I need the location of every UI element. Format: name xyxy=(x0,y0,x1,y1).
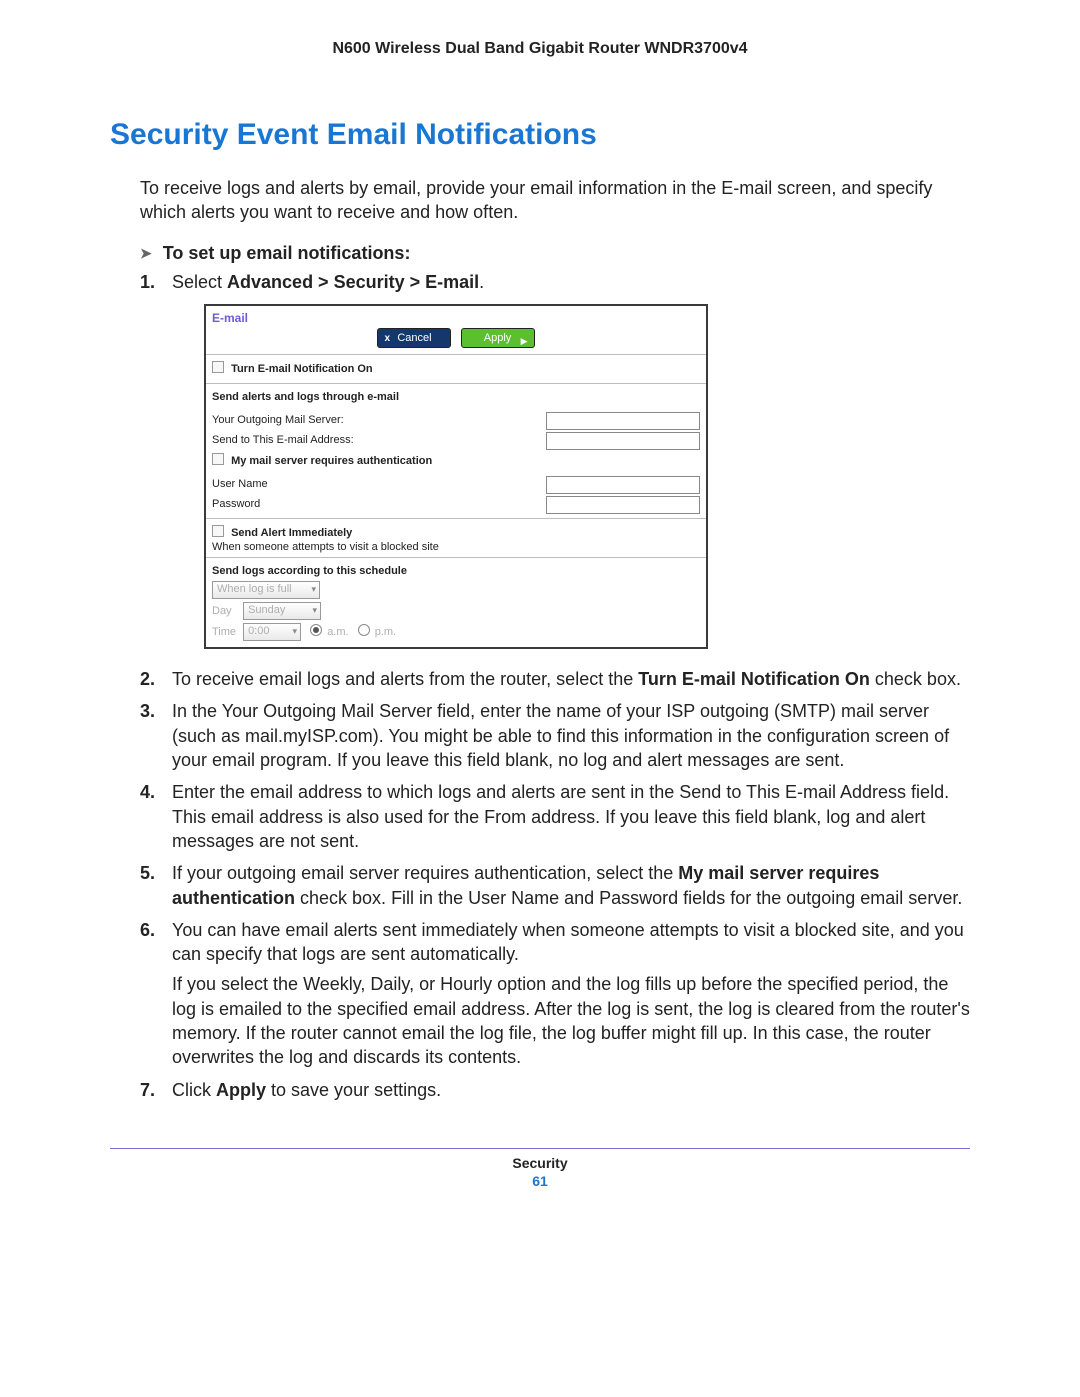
schedule-select[interactable]: When log is full xyxy=(212,581,320,599)
apply-button-label: Apply xyxy=(484,332,512,344)
pm-radio[interactable] xyxy=(358,624,370,636)
auth-label: My mail server requires authentication xyxy=(231,455,432,467)
step-7: Click Apply to save your settings. xyxy=(140,1078,970,1102)
footer-section: Security xyxy=(512,1155,567,1171)
procedure-heading-text: To set up email notifications: xyxy=(163,243,411,263)
pm-label: p.m. xyxy=(375,626,396,638)
day-select[interactable]: Sunday xyxy=(243,602,321,620)
step-1-text-c: . xyxy=(479,272,484,292)
turn-on-checkbox[interactable] xyxy=(212,361,224,373)
am-label: a.m. xyxy=(327,626,348,638)
apply-button[interactable]: Apply ▶ xyxy=(461,328,535,348)
step-5-c: check box. Fill in the User Name and Pas… xyxy=(295,888,962,908)
panel-title: E-mail xyxy=(212,310,700,326)
step-2-b: Turn E-mail Notification On xyxy=(638,669,870,689)
step-2-a: To receive email logs and alerts from th… xyxy=(172,669,638,689)
smtp-label: Your Outgoing Mail Server: xyxy=(212,413,546,428)
cancel-button-label: Cancel xyxy=(397,332,431,344)
smtp-input[interactable] xyxy=(546,412,700,430)
step-6-a: You can have email alerts sent immediate… xyxy=(172,920,964,964)
time-select-value: 0:00 xyxy=(248,625,269,637)
step-1: Select Advanced > Security > E-mail. E-m… xyxy=(140,270,970,650)
password-input[interactable] xyxy=(546,496,700,514)
username-label: User Name xyxy=(212,477,546,492)
section-title: Security Event Email Notifications xyxy=(110,118,970,152)
step-1-path: Advanced > Security > E-mail xyxy=(227,272,479,292)
username-input[interactable] xyxy=(546,476,700,494)
footer-page-number: 61 xyxy=(110,1173,970,1189)
procedure-heading: ➤ To set up email notifications: xyxy=(140,243,970,264)
alert-immediate-label: Send Alert Immediately xyxy=(231,527,352,539)
step-6-b: If you select the Weekly, Daily, or Hour… xyxy=(172,972,970,1069)
step-list: Select Advanced > Security > E-mail. E-m… xyxy=(140,270,970,1102)
footer-divider xyxy=(110,1148,970,1149)
turn-on-label: Turn E-mail Notification On xyxy=(231,363,373,375)
procedure-arrow-icon: ➤ xyxy=(140,245,152,262)
sendto-label: Send to This E-mail Address: xyxy=(212,433,546,448)
cancel-button[interactable]: x Cancel xyxy=(377,328,451,348)
time-label: Time xyxy=(212,625,240,640)
password-label: Password xyxy=(212,497,546,512)
step-3: In the Your Outgoing Mail Server field, … xyxy=(140,699,970,772)
day-select-value: Sunday xyxy=(248,604,285,616)
alert-immediate-checkbox[interactable] xyxy=(212,525,224,537)
step-1-text-a: Select xyxy=(172,272,227,292)
email-settings-panel: E-mail x Cancel Apply ▶ xyxy=(204,304,708,649)
send-alerts-heading: Send alerts and logs through e-mail xyxy=(206,384,706,411)
schedule-select-value: When log is full xyxy=(217,583,292,595)
intro-paragraph: To receive logs and alerts by email, pro… xyxy=(140,176,970,225)
close-icon: x xyxy=(384,330,390,348)
auth-checkbox[interactable] xyxy=(212,453,224,465)
sendto-input[interactable] xyxy=(546,432,700,450)
am-radio[interactable] xyxy=(310,624,322,636)
doc-header: N600 Wireless Dual Band Gigabit Router W… xyxy=(110,40,970,58)
step-5: If your outgoing email server requires a… xyxy=(140,861,970,910)
time-select[interactable]: 0:00 xyxy=(243,623,301,641)
step-7-c: to save your settings. xyxy=(266,1080,441,1100)
step-7-a: Click xyxy=(172,1080,216,1100)
step-2: To receive email logs and alerts from th… xyxy=(140,667,970,691)
step-5-a: If your outgoing email server requires a… xyxy=(172,863,678,883)
arrow-right-icon: ▶ xyxy=(521,332,528,350)
alert-immediate-sublabel: When someone attempts to visit a blocked… xyxy=(212,540,700,555)
step-2-c: check box. xyxy=(870,669,961,689)
step-6: You can have email alerts sent immediate… xyxy=(140,918,970,1070)
step-7-b: Apply xyxy=(216,1080,266,1100)
step-4: Enter the email address to which logs an… xyxy=(140,780,970,853)
schedule-heading: Send logs according to this schedule xyxy=(212,564,700,579)
day-label: Day xyxy=(212,604,240,619)
